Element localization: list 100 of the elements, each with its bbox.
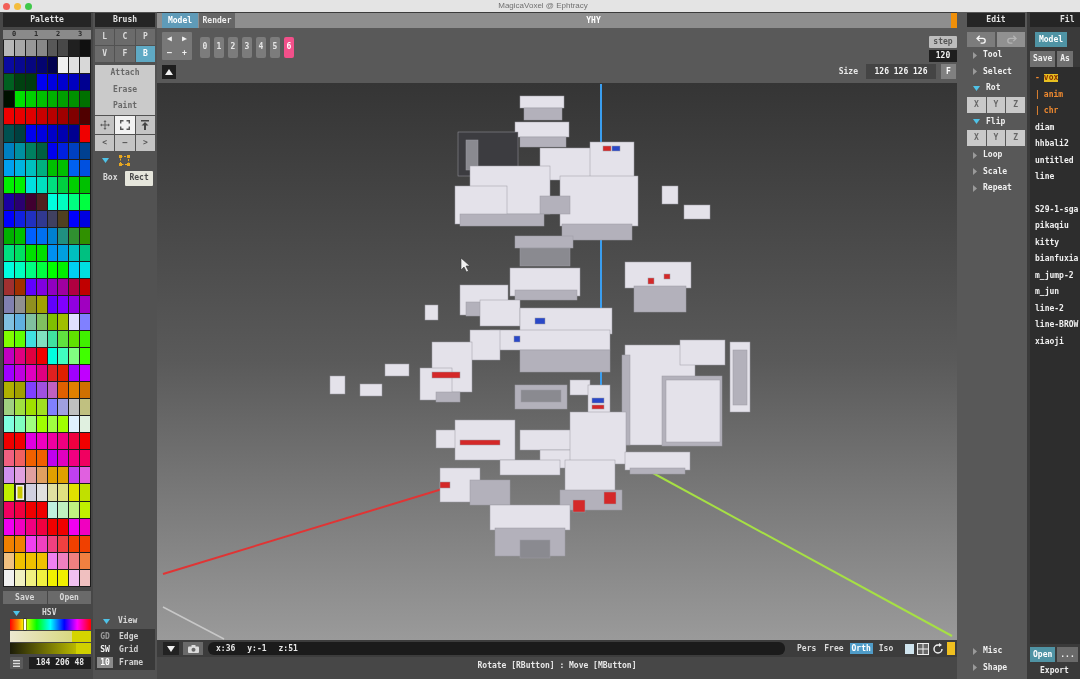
color-swatch-icon[interactable] xyxy=(80,142,90,159)
color-swatch-icon[interactable] xyxy=(36,210,47,228)
color-swatch-icon[interactable] xyxy=(14,210,25,228)
section-label[interactable]: Repeat xyxy=(983,184,1012,193)
axis-button[interactable]: Z xyxy=(1006,96,1025,113)
color-swatch-icon[interactable] xyxy=(69,433,80,450)
color-swatch-icon[interactable] xyxy=(58,484,69,501)
color-swatch-icon[interactable] xyxy=(25,193,36,210)
3d-viewport[interactable] xyxy=(157,83,957,640)
color-swatch-icon[interactable] xyxy=(80,245,90,262)
file-button[interactable]: Save xyxy=(1030,51,1056,67)
color-swatch-icon[interactable] xyxy=(36,347,47,364)
color-swatch-icon[interactable] xyxy=(47,467,58,484)
color-swatch-icon[interactable] xyxy=(25,159,36,176)
camera-button[interactable] xyxy=(183,642,203,655)
color-swatch-icon[interactable] xyxy=(58,467,69,484)
color-swatch-icon[interactable] xyxy=(36,176,47,193)
color-swatch-icon[interactable] xyxy=(69,313,80,330)
color-swatch-icon[interactable] xyxy=(69,484,80,501)
color-swatch-icon[interactable] xyxy=(14,142,25,159)
color-swatch-icon[interactable] xyxy=(36,40,47,57)
frame-size-field[interactable]: 10 xyxy=(97,657,113,668)
color-swatch-icon[interactable] xyxy=(36,91,47,108)
color-swatch-icon[interactable] xyxy=(14,57,25,74)
color-swatch-icon[interactable] xyxy=(36,416,47,433)
color-swatch-icon[interactable] xyxy=(80,416,90,433)
color-swatch-icon[interactable] xyxy=(25,40,36,57)
color-swatch-icon[interactable] xyxy=(58,91,69,108)
color-swatch-icon[interactable] xyxy=(4,330,14,347)
color-swatch-icon[interactable] xyxy=(14,433,25,450)
color-swatch-icon[interactable] xyxy=(47,569,58,586)
color-swatch-icon[interactable] xyxy=(69,142,80,159)
color-swatch-icon[interactable] xyxy=(25,313,36,330)
color-swatch-icon[interactable] xyxy=(47,416,58,433)
disclosure-triangle-icon[interactable] xyxy=(13,610,20,616)
color-swatch-icon[interactable] xyxy=(4,296,14,313)
color-swatch-icon[interactable] xyxy=(69,416,80,433)
color-swatch-icon[interactable] xyxy=(4,313,14,330)
color-swatch-icon[interactable] xyxy=(80,193,90,210)
file-item[interactable]: line-2 xyxy=(1035,304,1064,313)
color-swatch-icon[interactable] xyxy=(80,176,90,193)
file-action-button[interactable]: ... xyxy=(1057,647,1078,662)
brush-shape-button[interactable]: P xyxy=(135,29,155,45)
disclosure-triangle-icon[interactable] xyxy=(973,168,977,176)
color-swatch-icon[interactable] xyxy=(58,313,69,330)
value-slider[interactable] xyxy=(10,643,91,654)
color-swatch-icon[interactable] xyxy=(36,57,47,74)
color-swatch-icon[interactable] xyxy=(36,296,47,313)
color-swatch-icon[interactable] xyxy=(69,347,80,364)
color-swatch-icon[interactable] xyxy=(25,142,36,159)
color-swatch-icon[interactable] xyxy=(69,228,80,245)
color-swatch-icon[interactable] xyxy=(58,125,69,142)
color-swatch-icon[interactable] xyxy=(36,74,47,91)
color-swatch-icon[interactable] xyxy=(14,364,25,381)
color-swatch-icon[interactable] xyxy=(47,330,58,347)
color-swatch-icon[interactable] xyxy=(47,501,58,518)
projection-button[interactable]: Orth xyxy=(849,643,873,654)
file-item[interactable]: pikaqiu xyxy=(1035,222,1069,231)
color-swatch-icon[interactable] xyxy=(47,364,58,381)
color-swatch-icon[interactable] xyxy=(58,108,69,125)
file-item[interactable]: diam xyxy=(1035,123,1055,132)
brush-mode-button[interactable]: Erase xyxy=(108,81,142,98)
color-swatch-icon[interactable] xyxy=(47,176,58,193)
color-swatch-icon[interactable] xyxy=(14,381,25,398)
color-swatch-icon[interactable] xyxy=(14,74,25,91)
color-swatch-icon[interactable] xyxy=(58,569,69,586)
color-swatch-icon[interactable] xyxy=(80,296,90,313)
color-swatch-icon[interactable] xyxy=(25,330,36,347)
color-swatch-icon[interactable] xyxy=(80,159,90,176)
color-swatch-icon[interactable] xyxy=(58,347,69,364)
brush-shape-button[interactable]: C xyxy=(115,29,135,45)
section-label[interactable]: Tool xyxy=(983,51,1003,60)
color-swatch-icon[interactable] xyxy=(80,552,90,569)
palette-file-button[interactable]: Save xyxy=(3,591,47,604)
color-swatch-icon[interactable] xyxy=(47,518,58,535)
color-swatch-icon[interactable] xyxy=(58,535,69,552)
color-swatch-icon[interactable] xyxy=(25,57,36,74)
color-swatch-icon[interactable] xyxy=(36,364,47,381)
color-swatch-icon[interactable] xyxy=(14,176,25,193)
color-swatch-icon[interactable] xyxy=(25,381,36,398)
color-swatch-icon[interactable] xyxy=(25,262,36,279)
color-swatch-icon[interactable] xyxy=(80,347,90,364)
color-swatch-icon[interactable] xyxy=(80,433,90,450)
color-swatch-icon[interactable] xyxy=(14,159,25,176)
axis-button[interactable]: X xyxy=(967,130,986,146)
color-swatch-icon[interactable] xyxy=(69,74,80,91)
color-swatch-icon[interactable] xyxy=(14,262,25,279)
color-swatch-icon[interactable] xyxy=(4,159,14,176)
color-swatch-icon[interactable] xyxy=(4,381,14,398)
file-item[interactable]: untitled xyxy=(1035,156,1074,165)
color-swatch-icon[interactable] xyxy=(47,228,58,245)
tab[interactable]: Render xyxy=(199,13,235,28)
color-swatch-icon[interactable] xyxy=(69,501,80,518)
color-swatch-icon[interactable] xyxy=(58,159,69,176)
grid-icon[interactable] xyxy=(917,642,930,655)
view-toggle-button[interactable]: GD xyxy=(97,631,113,642)
color-swatch-icon[interactable] xyxy=(58,210,69,228)
color-swatch-icon[interactable] xyxy=(80,228,90,245)
section-label[interactable]: Shape xyxy=(983,663,1008,672)
folder-item[interactable]: vox xyxy=(1043,74,1059,83)
